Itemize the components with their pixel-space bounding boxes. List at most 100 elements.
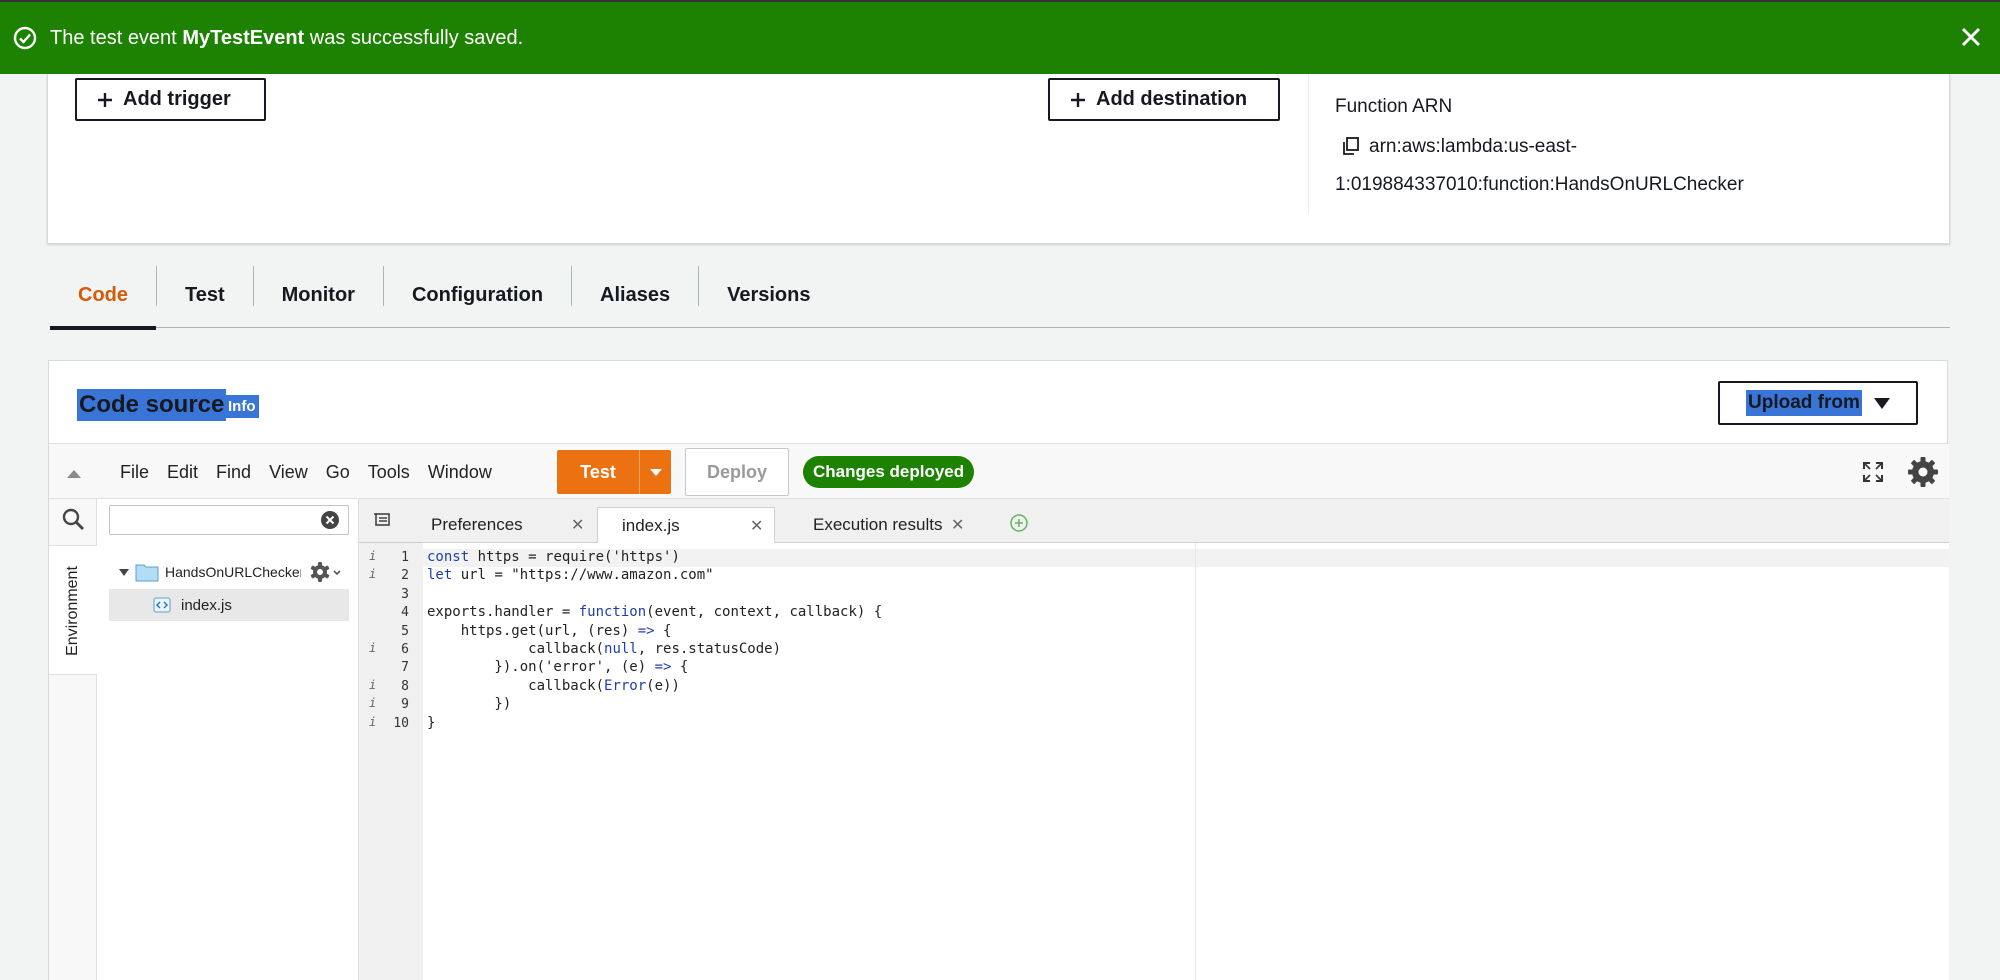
menu-go[interactable]: Go — [317, 462, 359, 483]
line-number: i2 — [359, 567, 423, 585]
function-overview-panel: Add trigger Add destination Function ARN… — [47, 74, 1950, 244]
add-destination-button[interactable]: Add destination — [1048, 78, 1280, 121]
file-search-input[interactable] — [116, 506, 316, 532]
close-tab-icon[interactable]: ✕ — [571, 515, 584, 535]
add-trigger-label: Add trigger — [123, 88, 231, 110]
tab-versions[interactable]: Versions — [699, 262, 838, 328]
upload-from-label: Upload from — [1746, 390, 1862, 416]
code-line: const https = require('https') — [427, 549, 680, 565]
code-keyword: Error — [604, 677, 647, 694]
status-badge: Changes deployed — [803, 456, 975, 488]
menu-tools[interactable]: Tools — [359, 462, 419, 483]
add-tab-icon[interactable] — [1009, 513, 1029, 533]
lint-warning-icon[interactable]: i — [369, 715, 376, 729]
collapse-icon[interactable] — [67, 470, 81, 478]
function-arn-title: Function ARN — [1335, 96, 1453, 117]
line-number-label: 1 — [401, 550, 409, 565]
function-tabs: Code Test Monitor Configuration Aliases … — [50, 262, 1950, 330]
lint-warning-icon[interactable]: i — [369, 678, 376, 692]
code-keyword: => — [654, 659, 672, 676]
function-arn-value-line2: 1:019884337010:function:HandsOnURLChecke… — [1335, 174, 1744, 195]
tab-configuration[interactable]: Configuration — [384, 262, 571, 328]
code-line: } — [427, 714, 436, 731]
line-number: 5 — [359, 623, 423, 641]
line-number: i 10 — [359, 715, 423, 733]
line-number: 7 — [359, 659, 423, 677]
file-tree-panel: HandsOnURLChecker index.js — [97, 499, 359, 980]
editor-tab-label: Execution results — [813, 515, 943, 534]
function-arn-value-line1: arn:aws:lambda:us-east- — [1369, 136, 1578, 157]
line-number: i6 — [359, 641, 423, 659]
menu-find[interactable]: Find — [207, 462, 260, 483]
file-item-index-js[interactable]: index.js — [109, 589, 349, 621]
menu-file[interactable]: File — [111, 462, 158, 483]
add-trigger-button[interactable]: Add trigger — [75, 78, 266, 121]
line-number: i8 — [359, 678, 423, 696]
clear-search-icon[interactable] — [320, 510, 340, 530]
tab-aliases[interactable]: Aliases — [572, 262, 698, 328]
js-file-icon — [153, 597, 171, 613]
lint-warning-icon[interactable]: i — [369, 567, 376, 581]
line-number-label: 3 — [401, 586, 409, 602]
flash-message-prefix: The test event — [50, 26, 177, 49]
test-dropdown-button[interactable] — [640, 468, 671, 476]
flash-message: The test event MyTestEvent was successfu… — [50, 27, 523, 50]
menu-window[interactable]: Window — [419, 462, 501, 483]
plus-icon — [98, 92, 112, 107]
line-number-label: 8 — [401, 678, 409, 694]
info-link[interactable]: Info — [225, 395, 259, 418]
menu-view[interactable]: View — [260, 462, 317, 483]
ide-toolbar: File Edit Find View Go Tools Window Test… — [49, 443, 1949, 499]
ide-menu-bar: File Edit Find View Go Tools Window — [111, 444, 501, 500]
file-name: index.js — [181, 596, 232, 614]
code-line: exports.handler = function(event, contex… — [427, 604, 883, 621]
close-tab-icon[interactable]: ✕ — [951, 515, 964, 535]
folder-row[interactable]: HandsOnURLChecker — [119, 559, 301, 585]
fullscreen-icon[interactable] — [1861, 460, 1885, 484]
code-editor[interactable]: const https = require('https') let url = … — [423, 543, 1949, 980]
search-icon[interactable] — [61, 507, 85, 531]
environment-tab[interactable]: Environment — [49, 545, 97, 675]
flash-message-suffix: was successfully saved. — [309, 26, 524, 49]
file-search-field[interactable] — [109, 505, 349, 535]
line-number-label: 9 — [401, 697, 409, 713]
menu-edit[interactable]: Edit — [158, 462, 207, 483]
test-button[interactable]: Test — [557, 462, 639, 483]
code-source-title: Code source — [77, 389, 227, 421]
line-number-label: 5 — [401, 623, 409, 639]
folder-name: HandsOnURLChecker — [165, 564, 301, 580]
code-line: callback(Error(e)) — [427, 677, 680, 694]
line-number-label: 10 — [393, 715, 409, 731]
code-line: https.get(url, (res) => { — [427, 622, 672, 639]
caret-down-icon — [649, 468, 662, 476]
tab-code[interactable]: Code — [50, 262, 156, 330]
environment-tab-label: Environment — [64, 566, 81, 656]
code-keyword: function — [578, 604, 647, 621]
lint-warning-icon[interactable]: i — [369, 549, 376, 563]
environment-sidebar: Environment — [49, 499, 97, 980]
editor-tab-preferences[interactable]: Preferences ✕ — [415, 507, 591, 543]
code-keyword: const — [427, 549, 470, 565]
close-icon[interactable] — [1956, 22, 1986, 52]
copy-icon[interactable] — [1341, 136, 1361, 156]
tab-monitor[interactable]: Monitor — [254, 262, 383, 328]
plus-icon — [1071, 92, 1085, 107]
ide-body: Environment HandsOnURLChecker index.js P… — [49, 499, 1949, 980]
line-number: 4 — [359, 604, 423, 622]
editor-tab-bar: Preferences ✕ index.js ✕ Execution resul… — [359, 499, 1949, 543]
line-number: 3 — [359, 586, 423, 604]
gear-icon[interactable] — [1907, 456, 1939, 488]
lint-warning-icon[interactable]: i — [369, 696, 376, 710]
upload-from-button[interactable]: Upload from — [1718, 381, 1918, 425]
editor-tab-execution-results[interactable]: Execution results ✕ — [789, 507, 979, 543]
folder-settings-gear-icon[interactable] — [309, 561, 343, 583]
tab-list-icon[interactable] — [373, 511, 391, 529]
tab-test[interactable]: Test — [157, 262, 253, 328]
close-tab-icon[interactable]: ✕ — [750, 516, 763, 536]
line-number-label: 2 — [401, 568, 409, 584]
lint-warning-icon[interactable]: i — [369, 641, 376, 655]
expand-caret-icon[interactable] — [119, 568, 129, 576]
editor-tab-index-js[interactable]: index.js ✕ — [597, 507, 775, 543]
success-check-icon — [13, 26, 37, 50]
deploy-button[interactable]: Deploy — [685, 448, 789, 496]
